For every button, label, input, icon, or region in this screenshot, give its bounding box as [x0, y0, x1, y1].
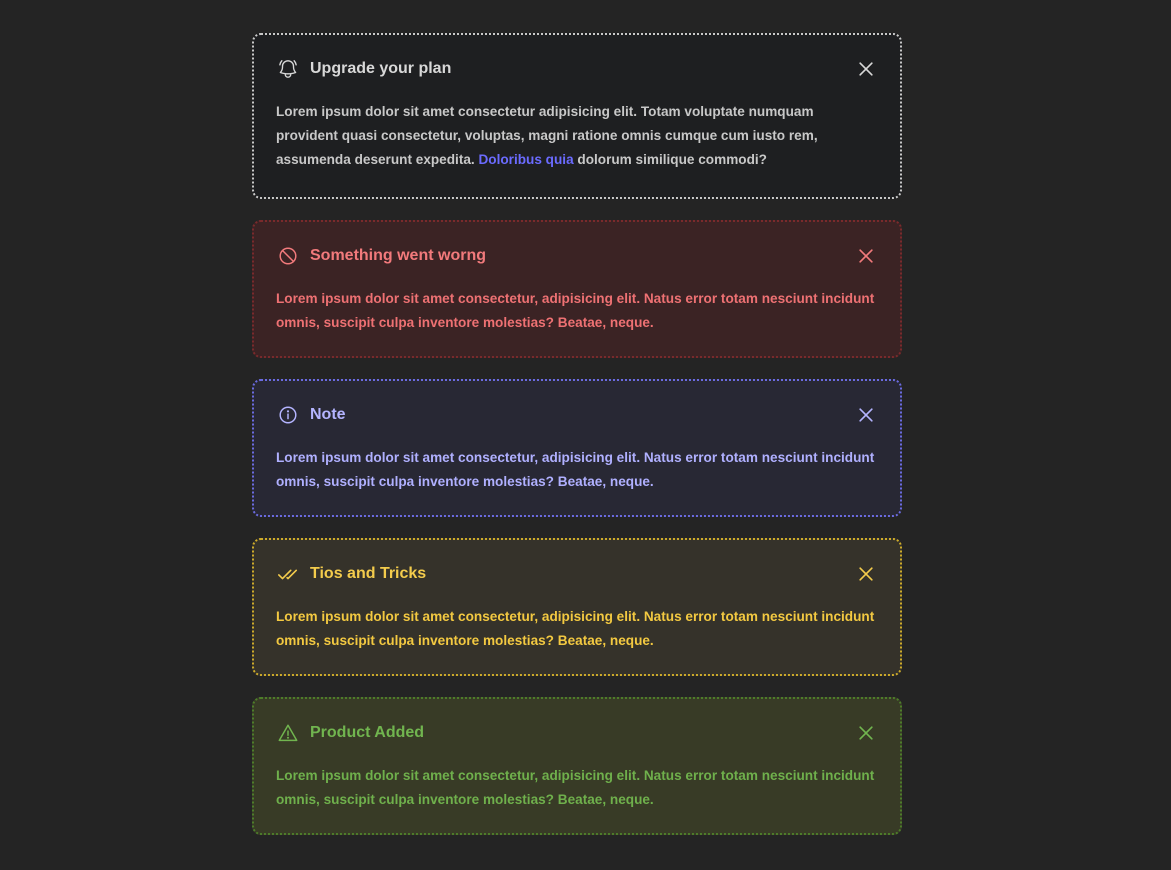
double-check-icon: [276, 562, 300, 586]
alert-link[interactable]: Doloribus quia: [478, 152, 573, 167]
alert-body: Lorem ipsum dolor sit amet consectetur, …: [276, 291, 875, 330]
alert-body: Lorem ipsum dolor sit amet consectetur a…: [276, 100, 878, 172]
alert-title: Tios and Tricks: [310, 565, 427, 582]
alert-upgrade-plan: Upgrade your plan Lorem ipsum dolor sit …: [252, 33, 902, 199]
alert-title: Product Added: [310, 724, 425, 741]
ban-icon: [276, 244, 300, 268]
close-icon[interactable]: [854, 244, 878, 268]
alert-stack: Upgrade your plan Lorem ipsum dolor sit …: [252, 33, 902, 835]
close-icon[interactable]: [854, 562, 878, 586]
alert-body: Lorem ipsum dolor sit amet consectetur, …: [276, 768, 875, 807]
alert-body: Lorem ipsum dolor sit amet consectetur, …: [276, 450, 875, 489]
alert-body: Lorem ipsum dolor sit amet consectetur, …: [276, 609, 875, 648]
info-icon: [276, 403, 300, 427]
alert-success: Product Added Lorem ipsum dolor sit amet…: [252, 697, 902, 835]
alert-body-text-end: dolorum similique commodi?: [573, 152, 767, 167]
close-icon[interactable]: [854, 403, 878, 427]
alert-title: Note: [310, 406, 346, 423]
alert-error: Something went worng Lorem ipsum dolor s…: [252, 220, 902, 358]
close-icon[interactable]: [854, 57, 878, 81]
alert-note: Note Lorem ipsum dolor sit amet consecte…: [252, 379, 902, 517]
alert-header: Product Added: [276, 719, 878, 747]
alert-header: Note: [276, 401, 878, 429]
bell-icon: [276, 57, 300, 81]
alert-title: Upgrade your plan: [310, 60, 452, 77]
alert-header: Upgrade your plan: [276, 55, 878, 83]
alert-title: Something went worng: [310, 247, 486, 264]
close-icon[interactable]: [854, 721, 878, 745]
warning-triangle-icon: [276, 721, 300, 745]
alert-header: Something went worng: [276, 242, 878, 270]
alert-header: Tios and Tricks: [276, 560, 878, 588]
alert-tips: Tios and Tricks Lorem ipsum dolor sit am…: [252, 538, 902, 676]
